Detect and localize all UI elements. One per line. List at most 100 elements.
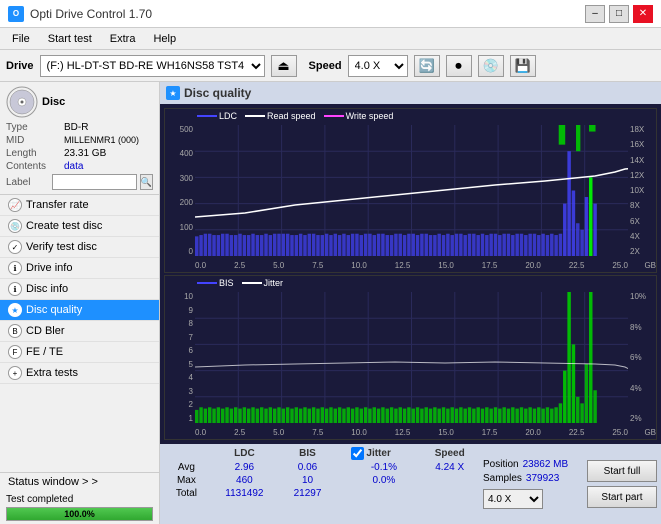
stats-total-label: Total (164, 487, 209, 500)
sidebar-item-create-test-disc[interactable]: 💿 Create test disc (0, 216, 159, 237)
menu-file[interactable]: File (4, 31, 38, 47)
title-bar-left: O Opti Drive Control 1.70 (8, 6, 152, 22)
disc-label-btn[interactable]: 🔍 (140, 174, 153, 190)
write-speed-color (324, 115, 344, 117)
maximize-button[interactable]: □ (609, 5, 629, 23)
content-area: ★ Disc quality LDC Read (160, 82, 661, 524)
stats-avg-bis: 0.06 (280, 461, 335, 474)
disc-label-input[interactable] (52, 174, 137, 190)
stats-avg-label: Avg (164, 461, 209, 474)
window-controls: – □ ✕ (585, 5, 653, 23)
disc-info-panel: Disc Type BD-R MID MILLENMR1 (000) Lengt… (0, 82, 159, 195)
speed-select[interactable]: 4.0 X (348, 55, 408, 77)
sidebar-item-disc-info[interactable]: ℹ Disc info (0, 279, 159, 300)
speed-select-row: 4.0 X (483, 489, 583, 509)
disc-section-title: Disc (42, 96, 65, 108)
drive-bar: Drive (F:) HL-DT-ST BD-RE WH16NS58 TST4 … (0, 50, 661, 82)
sidebar-label-create-test-disc: Create test disc (26, 220, 102, 232)
samples-label: Samples (483, 473, 522, 484)
stats-max-speed-empty (420, 474, 479, 487)
jitter-color (242, 282, 262, 284)
read-speed-color (245, 115, 265, 117)
charts-container: LDC Read speed Write speed 500 (160, 104, 661, 444)
stats-total-row: Total 1131492 21297 (164, 487, 479, 500)
status-text: Test completed (6, 494, 153, 505)
disc-button[interactable]: 💿 (478, 55, 504, 77)
sidebar-item-fe-te[interactable]: F FE / TE (0, 342, 159, 363)
stats-col-empty2 (335, 446, 347, 461)
app-title: Opti Drive Control 1.70 (30, 7, 152, 21)
sidebar-label-extra-tests: Extra tests (26, 367, 78, 379)
stats-avg-jitter: -0.1% (347, 461, 420, 474)
menu-extra[interactable]: Extra (102, 31, 144, 47)
stats-total-bis: 21297 (280, 487, 335, 500)
save-button[interactable]: 💾 (510, 55, 536, 77)
stats-col-speed: Speed (420, 446, 479, 461)
status-window-button[interactable]: Status window > > (0, 473, 159, 491)
stats-col-bis: BIS (280, 446, 335, 461)
disc-type-label: Type (6, 122, 61, 133)
progress-bar-container: 100.0% (6, 507, 153, 521)
disc-quality-icon: ★ (8, 303, 22, 317)
stats-total-jitter-empty (347, 487, 420, 500)
chart2-gb-label: GB (644, 428, 656, 437)
disc-mid-row: MID MILLENMR1 (000) (6, 135, 153, 146)
stats-max-jitter: 0.0% (347, 474, 420, 487)
stats-avg-empty (335, 461, 347, 474)
status-section: Status window > > Test completed 100.0% (0, 472, 159, 524)
disc-contents-value: data (64, 161, 83, 172)
eject-button[interactable]: ⏏ (271, 55, 297, 77)
drive-label: Drive (6, 60, 34, 72)
samples-row: Samples 379923 (483, 473, 583, 484)
bis-color (197, 282, 217, 284)
sidebar-label-verify-test-disc: Verify test disc (26, 241, 97, 253)
menu-start-test[interactable]: Start test (40, 31, 100, 47)
stats-col-ldc: LDC (209, 446, 280, 461)
drive-info-icon: ℹ (8, 261, 22, 275)
status-window-label: Status window > > (8, 476, 98, 488)
chart2-y-axis-left: 10 9 8 7 6 5 4 3 2 1 (165, 292, 195, 423)
legend-bis: BIS (197, 278, 234, 288)
record-button[interactable]: ⏺ (446, 55, 472, 77)
stats-col-empty (164, 446, 209, 461)
chart2-canvas (195, 292, 628, 423)
stats-max-label: Max (164, 474, 209, 487)
chart1-legend: LDC Read speed Write speed (197, 111, 393, 121)
progress-area: Test completed 100.0% (0, 491, 159, 524)
speed-select-stats[interactable]: 4.0 X (483, 489, 543, 509)
stats-total-ldc: 1131492 (209, 487, 280, 500)
jitter-checkbox-label: Jitter (366, 448, 390, 459)
disc-length-label: Length (6, 148, 61, 159)
ldc-color (197, 115, 217, 117)
refresh-button[interactable]: 🔄 (414, 55, 440, 77)
start-part-button[interactable]: Start part (587, 486, 657, 508)
start-full-button[interactable]: Start full (587, 460, 657, 482)
sidebar-item-drive-info[interactable]: ℹ Drive info (0, 258, 159, 279)
close-button[interactable]: ✕ (633, 5, 653, 23)
progress-percent: 100.0% (7, 508, 152, 520)
drive-select[interactable]: (F:) HL-DT-ST BD-RE WH16NS58 TST4 (40, 55, 265, 77)
chart1-y-axis-left: 500 400 300 200 100 0 (165, 125, 195, 256)
sidebar-item-verify-test-disc[interactable]: ✓ Verify test disc (0, 237, 159, 258)
sidebar-label-disc-info: Disc info (26, 283, 68, 295)
app-icon: O (8, 6, 24, 22)
disc-label-row: Label 🔍 (6, 174, 153, 190)
extra-tests-icon: + (8, 366, 22, 380)
sidebar-item-disc-quality[interactable]: ★ Disc quality (0, 300, 159, 321)
minimize-button[interactable]: – (585, 5, 605, 23)
sidebar: Disc Type BD-R MID MILLENMR1 (000) Lengt… (0, 82, 160, 524)
chart2-legend: BIS Jitter (197, 278, 283, 288)
sidebar-item-extra-tests[interactable]: + Extra tests (0, 363, 159, 384)
jitter-checkbox[interactable] (351, 447, 364, 460)
disc-quality-title: Disc quality (184, 86, 251, 100)
disc-length-value: 23.31 GB (64, 148, 106, 159)
disc-type-value: BD-R (64, 122, 88, 133)
disc-contents-label: Contents (6, 161, 61, 172)
stats-area: LDC BIS Jitter Speed (160, 444, 661, 524)
stats-max-row: Max 460 10 0.0% (164, 474, 479, 487)
transfer-rate-icon: 📈 (8, 198, 22, 212)
legend-write-speed: Write speed (324, 111, 394, 121)
sidebar-item-cd-bler[interactable]: B CD Bler (0, 321, 159, 342)
menu-help[interactable]: Help (145, 31, 184, 47)
sidebar-item-transfer-rate[interactable]: 📈 Transfer rate (0, 195, 159, 216)
